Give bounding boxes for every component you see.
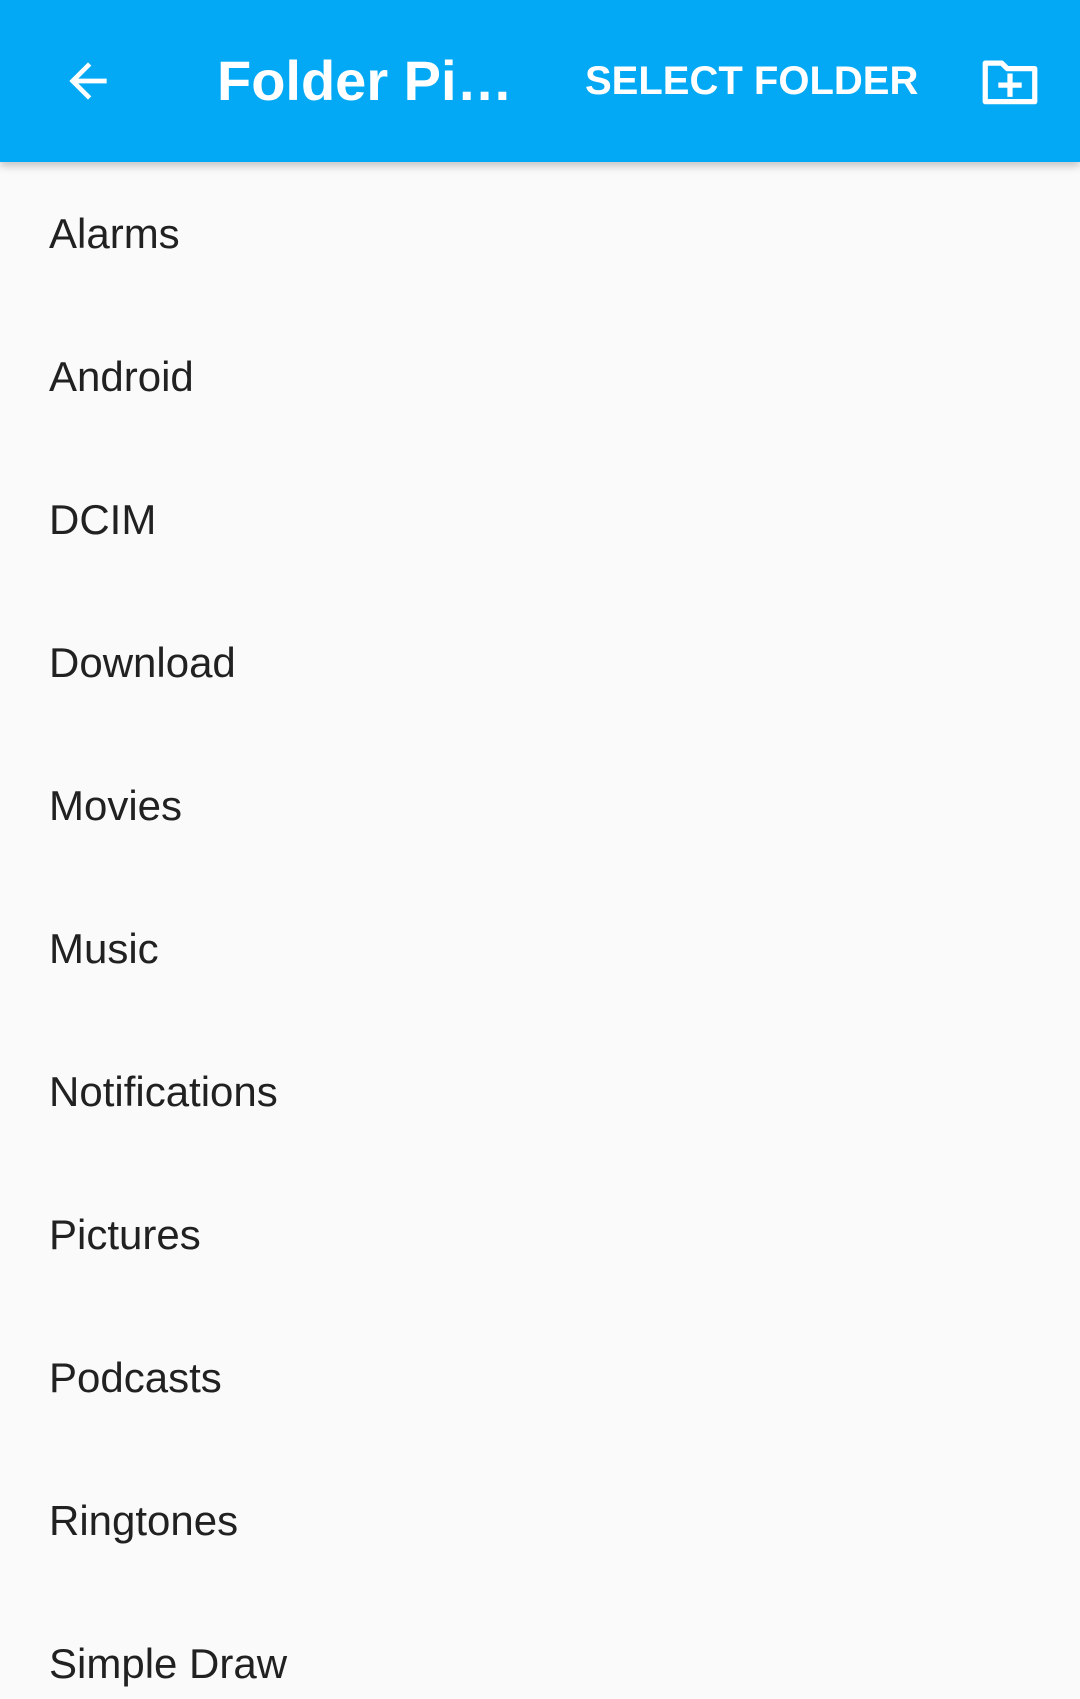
- folder-item-simple-draw[interactable]: Simple Draw: [0, 1592, 1080, 1699]
- folder-item-download[interactable]: Download: [0, 591, 1080, 734]
- folder-item-movies[interactable]: Movies: [0, 734, 1080, 877]
- folder-item-music[interactable]: Music: [0, 877, 1080, 1020]
- folder-item-android[interactable]: Android: [0, 305, 1080, 448]
- folder-item-pictures[interactable]: Pictures: [0, 1163, 1080, 1306]
- folder-item-notifications[interactable]: Notifications: [0, 1020, 1080, 1163]
- folder-item-ringtones[interactable]: Ringtones: [0, 1449, 1080, 1592]
- folder-item-dcim[interactable]: DCIM: [0, 448, 1080, 591]
- app-bar: Folder Pi… SELECT FOLDER: [0, 0, 1080, 162]
- page-title: Folder Pi…: [217, 49, 513, 112]
- arrow-back-icon: [69, 62, 107, 100]
- folder-picker-screen: Folder Pi… SELECT FOLDER Alarms Android …: [0, 0, 1080, 1699]
- folder-list: Alarms Android DCIM Download Movies Musi…: [0, 162, 1080, 1699]
- create-folder-button[interactable]: [962, 33, 1058, 129]
- select-folder-button[interactable]: SELECT FOLDER: [585, 46, 918, 116]
- folder-item-alarms[interactable]: Alarms: [0, 162, 1080, 305]
- back-button[interactable]: [40, 33, 136, 129]
- folder-item-podcasts[interactable]: Podcasts: [0, 1306, 1080, 1449]
- create-new-folder-icon: [982, 60, 1038, 105]
